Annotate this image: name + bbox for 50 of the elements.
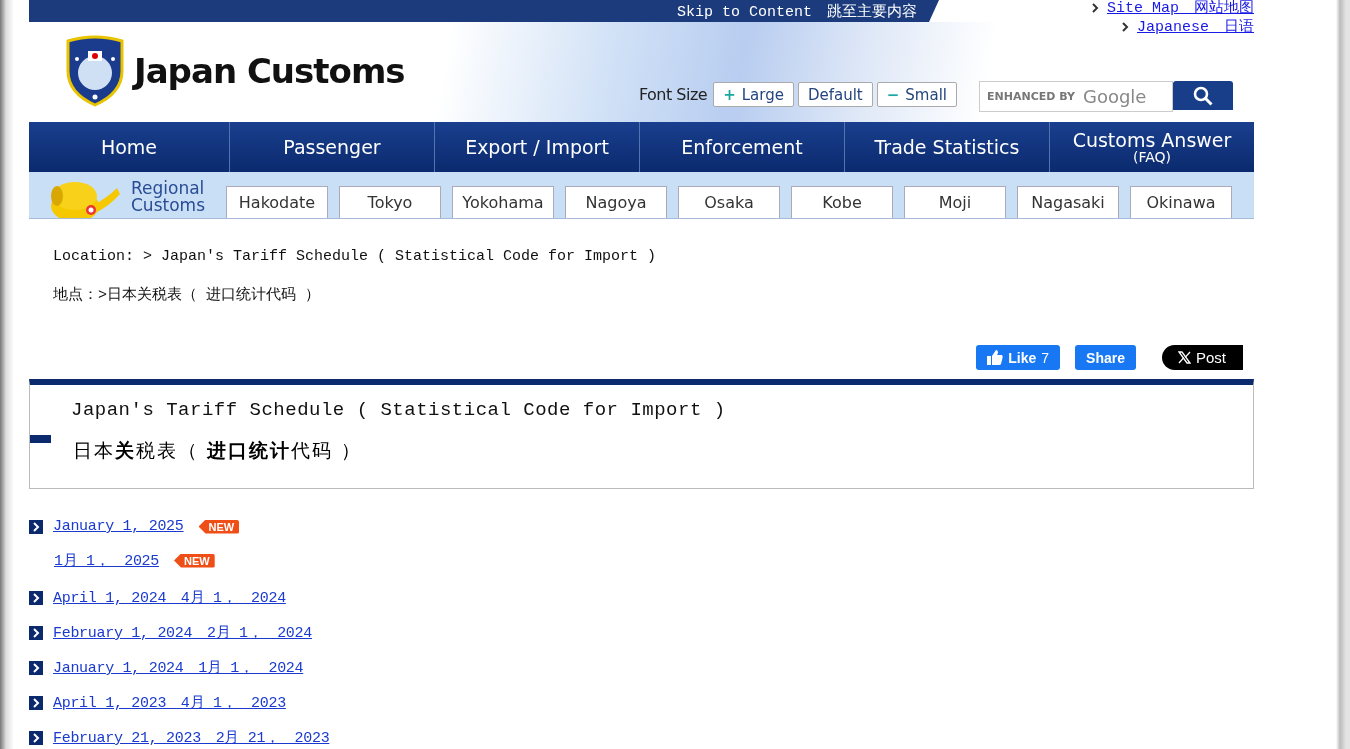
regional-office-button[interactable]: Nagoya bbox=[565, 186, 667, 218]
chevron-icon bbox=[29, 695, 43, 710]
regional-office-button[interactable]: Hakodate bbox=[226, 186, 328, 218]
regional-office-button[interactable]: Okinawa bbox=[1130, 186, 1232, 218]
search-icon bbox=[1193, 85, 1213, 106]
chevron-icon bbox=[29, 625, 43, 640]
post-button[interactable]: Post bbox=[1162, 345, 1243, 370]
chevron-icon bbox=[1092, 2, 1099, 13]
new-badge: NEW bbox=[174, 553, 215, 568]
search-button[interactable] bbox=[1173, 81, 1233, 110]
release-link[interactable]: April 1, 2023 4月 1， 2023 bbox=[53, 693, 286, 712]
like-button[interactable]: Like 7 bbox=[976, 345, 1061, 370]
release-link[interactable]: 1月 1， 2025 bbox=[54, 551, 159, 570]
breadcrumb: 地点：>日本关税表（ 进口统计代码 ） bbox=[53, 285, 321, 306]
search-branding: ENHANCED BY bbox=[987, 90, 1075, 103]
release-link[interactable]: January 1, 2025 bbox=[53, 518, 184, 535]
page-title: 日本关税表（ 进口统计代码 ） bbox=[73, 438, 363, 463]
share-button[interactable]: Share bbox=[1075, 345, 1136, 370]
utility-link[interactable]: Site Map 网站地图 bbox=[1107, 0, 1254, 17]
chevron-icon bbox=[29, 730, 43, 745]
search-branding: Google bbox=[1082, 86, 1147, 107]
regional-customs-label: Regional Customs bbox=[131, 179, 206, 214]
release-link[interactable]: February 21, 2023 2月 21， 2023 bbox=[53, 728, 330, 747]
chevron-icon bbox=[1122, 21, 1129, 32]
font-size-button[interactable]: + Large bbox=[713, 82, 794, 107]
x-logo-icon bbox=[1178, 351, 1191, 364]
regional-office-button[interactable]: Nagasaki bbox=[1017, 186, 1119, 218]
breadcrumb: Location: > Japan's Tariff Schedule ( Statistical Code for Import ) bbox=[53, 247, 658, 267]
utility-link[interactable]: Japanese 日语 bbox=[1137, 17, 1254, 36]
release-link[interactable]: January 1, 2024 1月 1， 2024 bbox=[53, 658, 304, 677]
font-size-button[interactable]: Default bbox=[797, 82, 873, 107]
release-link[interactable]: April 1, 2024 4月 1， 2024 bbox=[53, 588, 286, 607]
regional-office-button[interactable]: Osaka bbox=[678, 186, 780, 218]
regional-office-button[interactable]: Yokohama bbox=[452, 186, 554, 218]
regional-office-button[interactable]: Kobe bbox=[791, 186, 893, 218]
regional-office-button[interactable]: Tokyo bbox=[339, 186, 441, 218]
shield-icon bbox=[64, 35, 126, 107]
font-size-button[interactable]: − Small bbox=[876, 82, 957, 107]
release-link[interactable]: February 1, 2024 2月 1， 2024 bbox=[53, 623, 312, 642]
chevron-icon bbox=[29, 660, 43, 675]
new-badge: NEW bbox=[198, 519, 240, 534]
regional-office-button[interactable]: Moji bbox=[904, 186, 1006, 218]
chevron-icon bbox=[29, 519, 43, 534]
thumbs-up-icon bbox=[987, 350, 1004, 365]
font-size-label: Font Size bbox=[638, 85, 708, 104]
nav-link[interactable]: Home bbox=[29, 122, 229, 172]
chevron-icon bbox=[29, 590, 43, 605]
page-title: Japan's Tariff Schedule ( Statistical Code for Import ) bbox=[71, 399, 726, 421]
site-title: Japan Customs bbox=[134, 51, 405, 91]
search-field[interactable]: ENHANCED BY Google bbox=[979, 81, 1173, 112]
